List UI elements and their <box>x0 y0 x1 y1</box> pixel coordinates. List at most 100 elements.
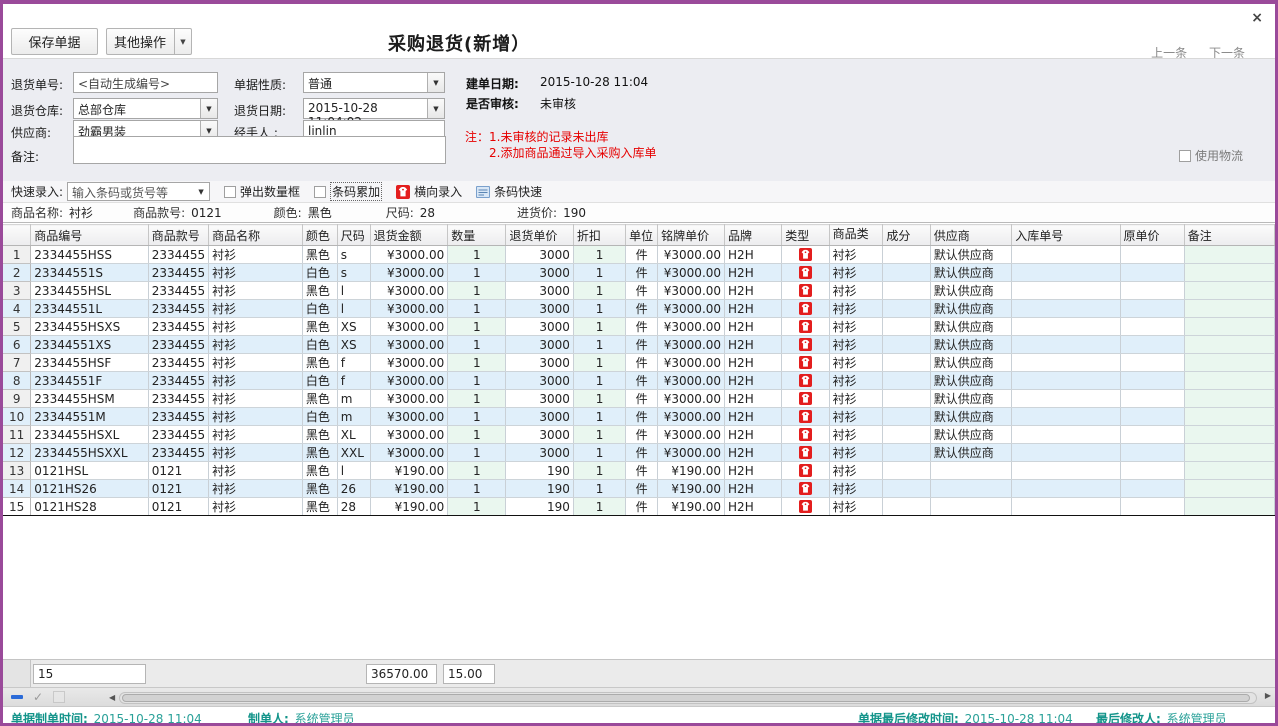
cell-component[interactable] <box>883 318 930 336</box>
scrollbar-track[interactable] <box>119 692 1257 704</box>
cell-orig_price[interactable] <box>1120 444 1184 462</box>
cell-qty[interactable]: 1 <box>448 336 506 354</box>
cell-stockin_no[interactable] <box>1012 354 1120 372</box>
cell-note[interactable] <box>1184 372 1274 390</box>
cell-category[interactable]: 衬衫 <box>829 336 883 354</box>
cell-name[interactable]: 衬衫 <box>209 462 303 480</box>
cell-brand[interactable]: H2H <box>725 498 782 516</box>
cell-supplier[interactable] <box>930 480 1012 498</box>
use-logistics-checkbox[interactable] <box>1179 150 1191 162</box>
cell-style_no[interactable]: 2334455 <box>148 318 208 336</box>
cell-size[interactable]: m <box>337 408 370 426</box>
cell-price[interactable]: 190 <box>506 498 574 516</box>
cell-name[interactable]: 衬衫 <box>209 336 303 354</box>
cell-component[interactable] <box>883 462 930 480</box>
cell-discount[interactable]: 1 <box>573 246 625 264</box>
cell-name[interactable]: 衬衫 <box>209 498 303 516</box>
cell-supplier[interactable] <box>930 498 1012 516</box>
cell-amount[interactable]: ¥190.00 <box>370 462 448 480</box>
cell-component[interactable] <box>883 336 930 354</box>
cell-tag_price[interactable]: ¥3000.00 <box>658 336 725 354</box>
cell-type[interactable] <box>782 336 829 354</box>
cell-orig_price[interactable] <box>1120 336 1184 354</box>
cell-tag_price[interactable]: ¥3000.00 <box>658 354 725 372</box>
cell-qty[interactable]: 1 <box>448 480 506 498</box>
cell-code[interactable]: 23344551L <box>31 300 148 318</box>
cell-stockin_no[interactable] <box>1012 390 1120 408</box>
cell-component[interactable] <box>883 426 930 444</box>
cell-note[interactable] <box>1184 480 1274 498</box>
cell-size[interactable]: f <box>337 372 370 390</box>
cell-type[interactable] <box>782 354 829 372</box>
cell-unit[interactable]: 件 <box>626 318 658 336</box>
cell-tag_price[interactable]: ¥3000.00 <box>658 246 725 264</box>
cell-price[interactable]: 190 <box>506 462 574 480</box>
other-operations-button[interactable]: 其他操作 ▼ <box>106 28 192 55</box>
cell-tag_price[interactable]: ¥3000.00 <box>658 444 725 462</box>
cell-note[interactable] <box>1184 336 1274 354</box>
cell-code[interactable]: 23344551XS <box>31 336 148 354</box>
table-row[interactable]: 112334455HSXL2334455衬衫黑色XL¥3000.00130001… <box>3 426 1275 444</box>
table-row[interactable]: 12334455HSS2334455衬衫黑色s¥3000.00130001件¥3… <box>3 246 1275 264</box>
cell-stockin_no[interactable] <box>1012 336 1120 354</box>
cell-note[interactable] <box>1184 498 1274 516</box>
cell-amount[interactable]: ¥190.00 <box>370 498 448 516</box>
cell-note[interactable] <box>1184 390 1274 408</box>
cell-name[interactable]: 衬衫 <box>209 480 303 498</box>
table-row[interactable]: 92334455HSM2334455衬衫黑色m¥3000.00130001件¥3… <box>3 390 1275 408</box>
cell-note[interactable] <box>1184 246 1274 264</box>
cell-orig_price[interactable] <box>1120 462 1184 480</box>
table-row[interactable]: 122334455HSXXL2334455衬衫黑色XXL¥3000.001300… <box>3 444 1275 462</box>
cell-tag_price[interactable]: ¥190.00 <box>658 462 725 480</box>
cell-id[interactable]: 9 <box>3 390 31 408</box>
cell-component[interactable] <box>883 264 930 282</box>
cell-id[interactable]: 12 <box>3 444 31 462</box>
cell-size[interactable]: l <box>337 300 370 318</box>
cell-code[interactable]: 23344551F <box>31 372 148 390</box>
cell-qty[interactable]: 1 <box>448 498 506 516</box>
cell-note[interactable] <box>1184 318 1274 336</box>
cell-name[interactable]: 衬衫 <box>209 318 303 336</box>
cell-style_no[interactable]: 2334455 <box>148 354 208 372</box>
cell-discount[interactable]: 1 <box>573 318 625 336</box>
cell-tag_price[interactable]: ¥3000.00 <box>658 390 725 408</box>
cell-orig_price[interactable] <box>1120 282 1184 300</box>
cell-unit[interactable]: 件 <box>626 390 658 408</box>
cell-style_no[interactable]: 2334455 <box>148 264 208 282</box>
remark-field[interactable] <box>73 136 446 164</box>
confirm-edit-icon[interactable]: ✓ <box>33 690 43 704</box>
scroll-right-icon[interactable]: ▶ <box>1265 691 1271 700</box>
cell-type[interactable] <box>782 498 829 516</box>
chevron-down-icon[interactable]: ▼ <box>174 29 191 54</box>
cell-size[interactable]: s <box>337 246 370 264</box>
cell-supplier[interactable]: 默认供应商 <box>930 408 1012 426</box>
cell-name[interactable]: 衬衫 <box>209 390 303 408</box>
cell-qty[interactable]: 1 <box>448 372 506 390</box>
cell-size[interactable]: XXL <box>337 444 370 462</box>
cell-brand[interactable]: H2H <box>725 336 782 354</box>
cell-category[interactable]: 衬衫 <box>829 300 883 318</box>
table-row[interactable]: 623344551XS2334455衬衫白色XS¥3000.00130001件¥… <box>3 336 1275 354</box>
cell-price[interactable]: 3000 <box>506 264 574 282</box>
horizontal-entry-button[interactable]: 横向录入 <box>396 183 462 200</box>
cell-amount[interactable]: ¥3000.00 <box>370 246 448 264</box>
cell-brand[interactable]: H2H <box>725 282 782 300</box>
delete-row-icon[interactable] <box>11 695 23 699</box>
cell-component[interactable] <box>883 282 930 300</box>
cell-orig_price[interactable] <box>1120 354 1184 372</box>
cell-code[interactable]: 23344551M <box>31 408 148 426</box>
cell-brand[interactable]: H2H <box>725 408 782 426</box>
cell-code[interactable]: 2334455HSXS <box>31 318 148 336</box>
cell-stockin_no[interactable] <box>1012 408 1120 426</box>
cell-amount[interactable]: ¥3000.00 <box>370 408 448 426</box>
cell-discount[interactable]: 1 <box>573 444 625 462</box>
column-header-code[interactable]: 商品编号 <box>31 225 148 246</box>
cell-amount[interactable]: ¥3000.00 <box>370 354 448 372</box>
cell-discount[interactable]: 1 <box>573 390 625 408</box>
cell-qty[interactable]: 1 <box>448 318 506 336</box>
cell-code[interactable]: 2334455HSXL <box>31 426 148 444</box>
cell-type[interactable] <box>782 462 829 480</box>
cell-size[interactable]: l <box>337 462 370 480</box>
cell-brand[interactable]: H2H <box>725 462 782 480</box>
chevron-down-icon[interactable]: ▼ <box>427 73 444 92</box>
